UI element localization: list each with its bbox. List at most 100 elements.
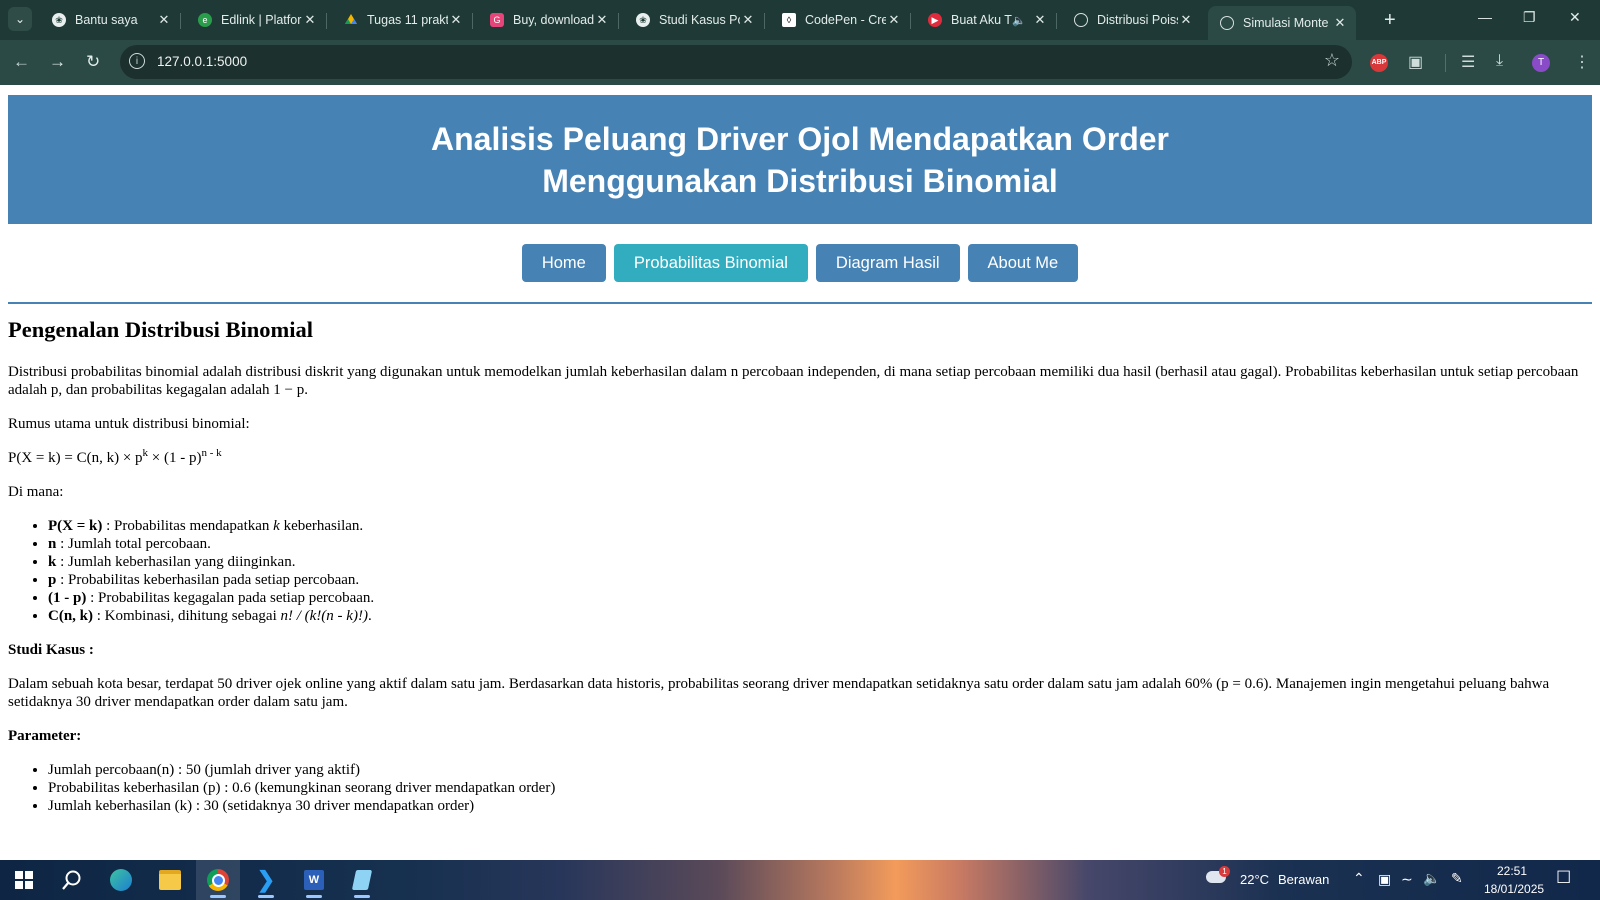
wifi-icon[interactable]: ∼: [1401, 871, 1413, 888]
parameter-label: Parameter:: [8, 728, 82, 744]
browser-tab-active[interactable]: Simulasi Monte ✕: [1208, 6, 1356, 40]
notepad-icon: [351, 870, 373, 890]
weather-temp[interactable]: 22°C: [1240, 872, 1269, 887]
speaker-icon[interactable]: 🔈: [1012, 14, 1026, 27]
browser-tabstrip: ⌄ ❀ Bantu saya ✕ e Edlink | Platform ✕ T…: [0, 0, 1600, 40]
meet-now-icon[interactable]: ▣: [1378, 871, 1391, 888]
weather-badge: 1: [1219, 866, 1230, 877]
codepen-icon: ◊: [782, 13, 796, 27]
list-item: (1 - p) : Probabilitas kegagalan pada se…: [48, 589, 1592, 607]
page-title: Analisis Peluang Driver Ojol Mendapatkan…: [8, 95, 1592, 202]
close-icon[interactable]: ✕: [1332, 15, 1348, 31]
tab-title: Tugas 11 praktikum: [367, 13, 448, 27]
taskbar-app-file-explorer[interactable]: [148, 860, 192, 900]
search-icon: [62, 870, 81, 890]
tab-title: Buat Aku T: [951, 13, 1012, 27]
vscode-icon: ❯: [256, 867, 276, 892]
taskbar-app-edge[interactable]: [99, 860, 143, 900]
tab-title: Studi Kasus Po: [659, 13, 740, 27]
formula-intro: Rumus utama untuk distribusi binomial:: [8, 416, 250, 432]
close-icon[interactable]: ✕: [1178, 12, 1194, 28]
browser-tab[interactable]: ▶ Buat Aku T 🔈 ✕: [916, 6, 1057, 34]
google-drive-icon: [344, 13, 358, 27]
taskbar-app-vscode[interactable]: ❯: [244, 860, 288, 900]
browser-tab[interactable]: Distribusi Poisson ✕: [1062, 6, 1202, 34]
close-icon[interactable]: ✕: [886, 12, 902, 28]
list-item: P(X = k) : Probabilitas mendapatkan k ke…: [48, 517, 1592, 535]
close-icon[interactable]: ✕: [1032, 12, 1048, 28]
page-viewport: Analisis Peluang Driver Ojol Mendapatkan…: [0, 85, 1600, 860]
nav-home[interactable]: Home: [521, 244, 606, 282]
tab-title: Bantu saya: [75, 13, 138, 27]
globe-icon: [1220, 16, 1234, 30]
envato-icon: G: [490, 13, 504, 27]
nav-probabilitas-binomial[interactable]: Probabilitas Binomial: [613, 244, 808, 282]
section-heading: Pengenalan Distribusi Binomial: [8, 317, 314, 342]
nav-about-me[interactable]: About Me: [967, 244, 1079, 282]
list-item: p : Probabilitas keberhasilan pada setia…: [48, 571, 1592, 589]
search-button[interactable]: [50, 860, 94, 900]
address-bar[interactable]: i 127.0.0.1:5000 ☆: [120, 45, 1352, 79]
minimize-button[interactable]: —: [1478, 9, 1492, 25]
url-text[interactable]: 127.0.0.1:5000: [157, 54, 247, 69]
browser-tab[interactable]: ❀ Studi Kasus Po ✕: [624, 6, 765, 34]
pen-icon[interactable]: ✎: [1451, 870, 1463, 887]
windows-logo-icon: [15, 871, 33, 889]
tab-search-button[interactable]: ⌄: [8, 7, 32, 31]
browser-tab[interactable]: ❀ Bantu saya ✕: [40, 6, 181, 34]
close-window-button[interactable]: ✕: [1569, 9, 1581, 26]
plus-icon: +: [1384, 9, 1396, 31]
dimana-label: Di mana:: [8, 484, 64, 500]
chevron-up-icon[interactable]: ⌃: [1353, 870, 1365, 887]
list-item: C(n, k) : Kombinasi, dihitung sebagai n!…: [48, 607, 1592, 625]
kebab-menu-icon[interactable]: ⋮: [1574, 52, 1590, 72]
adblock-extension-icon[interactable]: ABP: [1370, 54, 1388, 72]
volume-icon[interactable]: 🔈: [1423, 870, 1440, 887]
browser-tab[interactable]: G Buy, download ✕: [478, 6, 619, 34]
new-tab-button[interactable]: +: [1384, 9, 1396, 32]
close-icon[interactable]: ✕: [156, 12, 172, 28]
tab-title: CodePen - Create: [805, 13, 886, 27]
taskbar-app-word[interactable]: W: [292, 860, 336, 900]
chatgpt-icon: ❀: [52, 13, 66, 27]
browser-tab[interactable]: Tugas 11 praktikum ✕: [332, 6, 473, 34]
media-controls-icon[interactable]: ☰: [1461, 52, 1475, 72]
intro-paragraph: Distribusi probabilitas binomial adalah …: [8, 364, 1579, 398]
clock-date[interactable]: 18/01/2025: [1484, 882, 1544, 896]
restore-button[interactable]: ❐: [1523, 9, 1536, 26]
formula: P(X = k) = C(n, k) × pk × (1 - p)n - k: [8, 447, 222, 467]
nav-diagram-hasil[interactable]: Diagram Hasil: [815, 244, 960, 282]
bookmark-star-icon[interactable]: ☆: [1324, 50, 1340, 71]
close-icon[interactable]: ✕: [448, 12, 464, 28]
reload-icon[interactable]: ↻: [86, 52, 100, 72]
studi-kasus-text: Dalam sebuah kota besar, terdapat 50 dri…: [8, 676, 1550, 710]
list-item: k : Jumlah keberhasilan yang diinginkan.: [48, 553, 1592, 571]
parameter-list: Jumlah percobaan(n) : 50 (jumlah driver …: [8, 761, 1592, 815]
divider: [8, 302, 1592, 304]
page-title-line2: Menggunakan Distribusi Binomial: [542, 163, 1058, 199]
extensions-puzzle-icon[interactable]: ▣: [1408, 52, 1423, 72]
browser-tab[interactable]: ◊ CodePen - Create ✕: [770, 6, 911, 34]
page-title-line1: Analisis Peluang Driver Ojol Mendapatkan…: [431, 121, 1169, 157]
tab-title: Simulasi Monte: [1243, 16, 1329, 30]
clock-time[interactable]: 22:51: [1497, 864, 1527, 878]
start-button[interactable]: [2, 860, 46, 900]
close-icon[interactable]: ✕: [740, 12, 756, 28]
taskbar-app-notepad[interactable]: [340, 860, 384, 900]
tab-title: Buy, download: [513, 13, 594, 27]
download-icon[interactable]: ⤓: [1496, 52, 1503, 70]
forward-arrow-icon[interactable]: →: [49, 52, 66, 72]
notification-icon[interactable]: ☐: [1556, 868, 1571, 888]
profile-avatar[interactable]: T: [1532, 54, 1550, 72]
folder-icon: [159, 870, 181, 890]
chrome-icon: [207, 869, 229, 891]
back-arrow-icon[interactable]: ←: [13, 52, 30, 72]
weather-desc[interactable]: Berawan: [1278, 872, 1329, 887]
globe-icon: [1074, 13, 1088, 27]
close-icon[interactable]: ✕: [302, 12, 318, 28]
taskbar-app-chrome[interactable]: [196, 860, 240, 900]
tab-title: Edlink | Platform: [221, 13, 302, 27]
browser-tab[interactable]: e Edlink | Platform ✕: [186, 6, 327, 34]
close-icon[interactable]: ✕: [594, 12, 610, 28]
site-info-icon[interactable]: i: [129, 53, 145, 69]
